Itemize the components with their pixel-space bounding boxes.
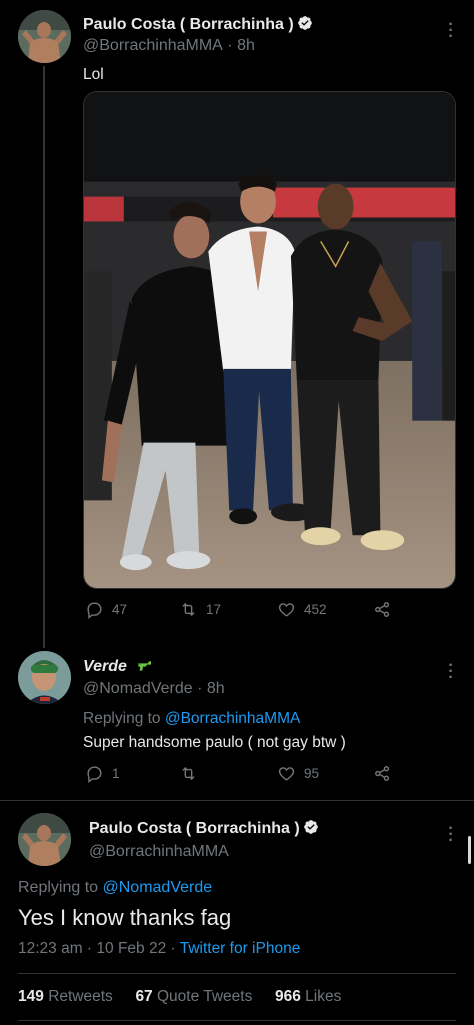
mention-link[interactable]: @BorrachinhaMMA — [165, 710, 300, 727]
replying-to-label: Replying to — [83, 710, 161, 727]
reply-icon — [87, 602, 102, 619]
tweet1-subheader: @BorrachinhaMMA · 8h — [83, 37, 255, 55]
scrollbar-thumb[interactable] — [468, 836, 471, 864]
more-options-icon[interactable]: · · · — [446, 658, 456, 686]
share-icon — [375, 602, 390, 617]
water-gun-emoji-icon — [138, 661, 152, 671]
retweets-stat[interactable]: 149 Retweets — [18, 988, 113, 1005]
avatar-verde-image — [18, 651, 71, 704]
retweet-icon — [182, 766, 195, 781]
tweet2-subheader: @NomadVerde · 8h — [83, 680, 225, 698]
reply-count: 47 — [112, 602, 128, 617]
like-button[interactable]: 95 — [277, 764, 319, 783]
share-button[interactable] — [373, 764, 392, 783]
avatar-paulo-image — [18, 10, 71, 63]
replying-to-label: Replying to — [18, 879, 99, 896]
retweet-count: 17 — [206, 602, 222, 617]
likes-stat[interactable]: 966 Likes — [275, 988, 341, 1005]
tweet-time[interactable]: · 8h — [197, 680, 225, 697]
verified-badge-icon — [303, 820, 318, 834]
verified-badge-icon — [297, 16, 312, 30]
retweet-button[interactable]: 17 — [179, 600, 221, 619]
retweet-button[interactable] — [179, 764, 206, 783]
tweet-photo[interactable] — [83, 91, 456, 589]
retweet-icon — [182, 602, 195, 617]
tweet-meta: 12:23 am · 10 Feb 22 · Twitter for iPhon… — [18, 940, 300, 958]
display-name[interactable]: Verde — [83, 658, 127, 675]
tweet-time[interactable]: · 8h — [227, 37, 255, 54]
avatar[interactable] — [18, 651, 71, 704]
avatar[interactable] — [18, 10, 71, 63]
username[interactable]: @NomadVerde — [83, 680, 193, 697]
reply-count: 1 — [112, 766, 120, 781]
divider — [0, 800, 474, 801]
display-name[interactable]: Paulo Costa ( Borrachinha ) — [83, 16, 294, 33]
more-options-icon[interactable]: · · · — [446, 17, 456, 45]
tweet-timestamp[interactable]: 12:23 am · 10 Feb 22 · — [18, 940, 176, 957]
username[interactable]: @BorrachinhaMMA — [89, 843, 229, 861]
photo-three-men-image — [84, 92, 455, 588]
tweet2-header: Verde — [83, 658, 155, 676]
tweet1-header: Paulo Costa ( Borrachinha ) — [83, 15, 313, 34]
tweet-text: Yes I know thanks fag — [18, 905, 232, 930]
reply-icon — [87, 766, 102, 783]
share-button[interactable] — [373, 600, 392, 619]
like-button[interactable]: 452 — [277, 600, 327, 619]
username[interactable]: @BorrachinhaMMA — [83, 37, 223, 54]
mention-link[interactable]: @NomadVerde — [103, 879, 213, 896]
reply-button[interactable]: 1 — [85, 764, 120, 783]
avatar[interactable] — [18, 813, 71, 866]
tweet-text: Lol — [83, 66, 104, 83]
tweet-source-link[interactable]: Twitter for iPhone — [180, 940, 301, 957]
display-name[interactable]: Paulo Costa ( Borrachinha ) — [89, 820, 300, 837]
divider — [18, 973, 456, 974]
like-count: 452 — [304, 602, 327, 617]
reply-button[interactable]: 47 — [85, 600, 127, 619]
replying-to: Replying to @BorrachinhaMMA — [83, 710, 300, 728]
quote-tweets-stat[interactable]: 67 Quote Tweets — [135, 988, 252, 1005]
tweet-stats: 149 Retweets 67 Quote Tweets 966 Likes — [18, 988, 341, 1006]
thread-connector-line — [43, 66, 45, 648]
share-icon — [375, 766, 390, 781]
like-count: 95 — [304, 766, 320, 781]
avatar-paulo-image — [18, 813, 71, 866]
heart-icon — [278, 767, 295, 781]
replying-to: Replying to @NomadVerde — [18, 879, 212, 897]
tweet3-header: Paulo Costa ( Borrachinha ) — [89, 819, 319, 838]
heart-icon — [278, 603, 295, 617]
divider — [18, 1020, 456, 1021]
more-options-icon[interactable]: · · · — [446, 821, 456, 849]
tweet-text: Super handsome paulo ( not gay btw ) — [83, 734, 346, 751]
